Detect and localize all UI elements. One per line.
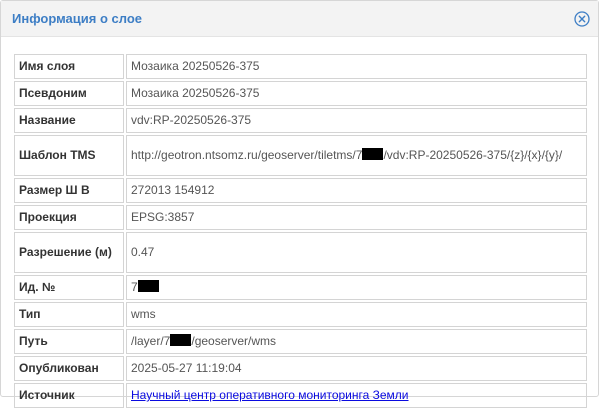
source-link[interactable]: Научный центр оперативного мониторинга З…: [131, 388, 409, 402]
table-row: Имя слоя Мозаика 20250526-375: [14, 54, 587, 79]
title-value: vdv:RP-20250526-375: [126, 108, 587, 133]
table-row: Путь /layer/7/geoserver/wms: [14, 329, 587, 354]
row-label: Опубликован: [14, 356, 124, 381]
row-label: Путь: [14, 329, 124, 354]
row-label: Псевдоним: [14, 81, 124, 106]
row-label: Шаблон TMS: [14, 135, 124, 176]
source-cell: Научный центр оперативного мониторинга З…: [126, 383, 587, 408]
table-row: Опубликован 2025-05-27 11:19:04: [14, 356, 587, 381]
close-button[interactable]: [574, 11, 590, 27]
table-row: Ид. № 7: [14, 275, 587, 300]
dialog-header: Информация о слое: [1, 1, 598, 37]
row-label: Название: [14, 108, 124, 133]
table-row: Разрешение (м) 0.47: [14, 232, 587, 273]
table-row: Размер Ш В 272013 154912: [14, 178, 587, 203]
layer-info-table: Имя слоя Мозаика 20250526-375 Псевдоним …: [12, 52, 589, 410]
row-label: Имя слоя: [14, 54, 124, 79]
table-row: Название vdv:RP-20250526-375: [14, 108, 587, 133]
table-row: Тип wms: [14, 302, 587, 327]
id-value: 7: [126, 275, 587, 300]
row-label: Тип: [14, 302, 124, 327]
table-row: Проекция EPSG:3857: [14, 205, 587, 230]
table-row: Шаблон TMS http://geotron.ntsomz.ru/geos…: [14, 135, 587, 176]
layer-info-dialog: Информация о слое Имя слоя Мозаика 20250…: [0, 0, 599, 408]
alias-value: Мозаика 20250526-375: [126, 81, 587, 106]
path-prefix: /layer/7: [131, 334, 171, 348]
type-value: wms: [126, 302, 587, 327]
table-row: Источник Научный центр оперативного мони…: [14, 383, 587, 408]
row-label: Размер Ш В: [14, 178, 124, 203]
layer-name-value: Мозаика 20250526-375: [126, 54, 587, 79]
row-label: Источник: [14, 383, 124, 408]
size-value: 272013 154912: [126, 178, 587, 203]
row-label: Ид. №: [14, 275, 124, 300]
path-value: /layer/7/geoserver/wms: [126, 329, 587, 354]
redaction-block: [137, 280, 159, 292]
row-label: Разрешение (м): [14, 232, 124, 273]
close-icon: [574, 11, 590, 27]
tms-prefix: http://geotron.ntsomz.ru/geoserver/tilet…: [131, 148, 363, 162]
resolution-value: 0.47: [126, 232, 587, 273]
published-value: 2025-05-27 11:19:04: [126, 356, 587, 381]
redaction-block: [170, 334, 192, 346]
table-row: Псевдоним Мозаика 20250526-375: [14, 81, 587, 106]
id-prefix: 7: [131, 280, 138, 294]
dialog-title: Информация о слое: [12, 11, 143, 26]
tms-suffix: /vdv:RP-20250526-375/{z}/{x}/{y}/: [383, 148, 563, 162]
path-suffix: /geoserver/wms: [191, 334, 277, 348]
row-label: Проекция: [14, 205, 124, 230]
tms-template-value: http://geotron.ntsomz.ru/geoserver/tilet…: [126, 135, 587, 176]
projection-value: EPSG:3857: [126, 205, 587, 230]
redaction-block: [362, 148, 384, 160]
